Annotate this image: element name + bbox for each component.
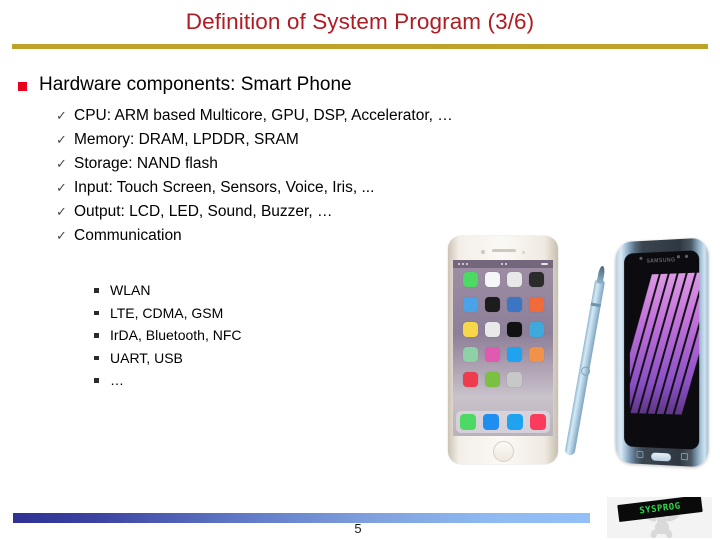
- app-icon: [484, 297, 500, 312]
- app-icon: [528, 322, 544, 337]
- heading-text: Hardware components: Smart Phone: [39, 74, 352, 95]
- note-chassis: SAMSUNG: [615, 237, 709, 468]
- list-item: ✓ Storage: NAND flash: [56, 156, 453, 180]
- square-bullet-icon: [18, 81, 27, 91]
- note-wallpaper: [629, 272, 700, 416]
- hardware-components-list: ✓ CPU: ARM based Multicore, GPU, DSP, Ac…: [56, 108, 453, 252]
- logo-figure-leg-left: [649, 529, 659, 538]
- check-icon: ✓: [56, 204, 67, 219]
- title-divider: [12, 44, 708, 49]
- dock-app-icon: [483, 414, 500, 430]
- small-square-icon: [94, 333, 110, 338]
- s-pen-stylus: [562, 263, 610, 458]
- app-icon: [528, 297, 544, 312]
- list-item-label: Storage: NAND flash: [74, 155, 218, 172]
- list-item: LTE, CDMA, GSM: [94, 302, 242, 325]
- list-item: IrDA, Bluetooth, NFC: [94, 324, 242, 347]
- iphone-dock: [456, 411, 550, 433]
- samsung-brand-label: SAMSUNG: [646, 257, 676, 265]
- footer-gradient-bar: [13, 513, 590, 523]
- app-icon: [506, 347, 522, 362]
- iphone-photo: [448, 236, 558, 464]
- list-item-label: IrDA, Bluetooth, NFC: [110, 327, 242, 344]
- app-icon: [506, 272, 522, 287]
- check-icon: ✓: [56, 108, 67, 123]
- app-icon: [506, 372, 522, 387]
- samsung-galaxy-note-photo: SAMSUNG: [564, 236, 712, 468]
- sysprog-logo: SYSPROG: [607, 497, 712, 538]
- app-icon: [506, 322, 522, 337]
- front-camera-icon: [481, 250, 485, 254]
- dock-app-icon: [530, 414, 547, 430]
- list-item-label: …: [110, 372, 124, 389]
- page-number: 5: [354, 521, 362, 536]
- app-icon: [528, 347, 544, 362]
- list-item-label: LTE, CDMA, GSM: [110, 304, 224, 321]
- logo-figure-leg-right: [664, 529, 674, 538]
- app-icon: [484, 347, 500, 362]
- page-title: Definition of System Program (3/6): [185, 9, 535, 34]
- dock-app-icon: [459, 414, 476, 430]
- app-icon: [528, 272, 544, 287]
- small-square-icon: [94, 355, 110, 360]
- recents-key-icon: [636, 450, 644, 459]
- home-button: [493, 441, 514, 462]
- check-icon: ✓: [56, 132, 67, 147]
- list-item: ✓ CPU: ARM based Multicore, GPU, DSP, Ac…: [56, 108, 453, 132]
- earpiece-speaker: [492, 249, 516, 252]
- app-icon: [462, 347, 478, 362]
- small-square-icon: [94, 288, 110, 293]
- status-bar: [453, 260, 553, 268]
- app-icon: [484, 322, 500, 337]
- dock-app-icon: [506, 414, 523, 430]
- app-icon: [462, 272, 478, 287]
- logo-text: SYSPROG: [638, 501, 682, 516]
- app-icon: [484, 272, 500, 287]
- note-screen: SAMSUNG: [624, 250, 700, 450]
- list-item-label: CPU: ARM based Multicore, GPU, DSP, Acce…: [74, 107, 453, 124]
- list-item: UART, USB: [94, 347, 242, 370]
- check-icon: ✓: [56, 180, 67, 195]
- iphone-screen: [453, 260, 553, 436]
- app-icon: [484, 372, 500, 387]
- heading-row: Hardware components: Smart Phone: [18, 74, 352, 96]
- app-icon: [462, 322, 478, 337]
- small-square-icon: [94, 378, 110, 383]
- list-item: ✓ Output: LCD, LED, Sound, Buzzer, …: [56, 204, 453, 228]
- list-item-label: Memory: DRAM, LPDDR, SRAM: [74, 131, 299, 148]
- small-square-icon: [94, 310, 110, 315]
- proximity-sensor-icon: [522, 251, 525, 254]
- communication-sublist: WLAN LTE, CDMA, GSM IrDA, Bluetooth, NFC…: [94, 279, 242, 392]
- back-key-icon: [680, 452, 689, 461]
- check-icon: ✓: [56, 156, 67, 171]
- note-home-button: [651, 452, 671, 462]
- list-item-label: Communication: [74, 227, 182, 244]
- app-icon: [462, 372, 478, 387]
- list-item: ✓ Memory: DRAM, LPDDR, SRAM: [56, 132, 453, 156]
- app-icon-grid: [459, 272, 547, 397]
- list-item: WLAN: [94, 279, 242, 302]
- list-item: ✓ Input: Touch Screen, Sensors, Voice, I…: [56, 180, 453, 204]
- check-icon: ✓: [56, 228, 67, 243]
- app-icon: [506, 297, 522, 312]
- list-item-label: UART, USB: [110, 349, 183, 366]
- app-icon: [462, 297, 478, 312]
- list-item-label: Input: Touch Screen, Sensors, Voice, Iri…: [74, 179, 375, 196]
- list-item-label: WLAN: [110, 282, 151, 299]
- list-item-label: Output: LCD, LED, Sound, Buzzer, …: [74, 203, 333, 220]
- list-item: ✓ Communication: [56, 228, 453, 252]
- list-item: …: [94, 369, 242, 392]
